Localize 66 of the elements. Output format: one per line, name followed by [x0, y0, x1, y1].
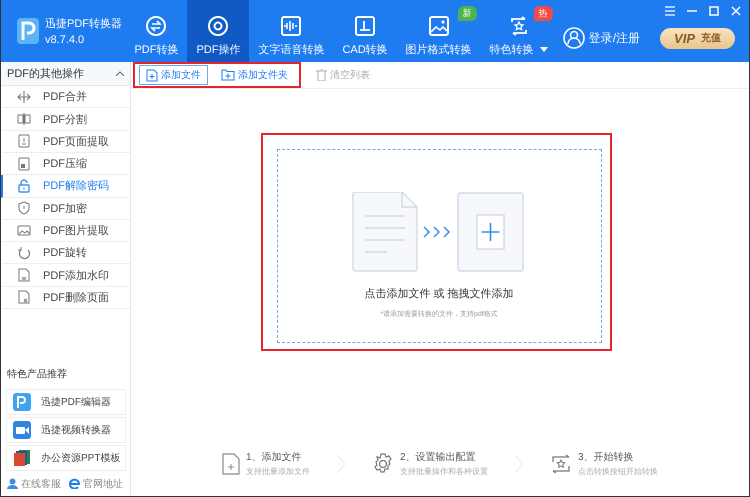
compress-icon: [17, 156, 31, 171]
toolbar-button[interactable]: 添加文件夹: [214, 65, 295, 85]
support-link[interactable]: 在线客服: [7, 476, 61, 491]
product-link[interactable]: 迅捷PDF编辑器: [6, 388, 126, 415]
login-button[interactable]: 登录/注册: [556, 26, 646, 50]
step-description: 支持批量添加文件: [246, 466, 310, 477]
nav-tab[interactable]: CAD转换: [333, 0, 397, 62]
badge: 热: [534, 6, 553, 21]
sidebar-item[interactable]: PDF添加水印: [1, 264, 130, 287]
step-description: 支持批量操作和各种设置: [400, 466, 488, 477]
menu-icon[interactable]: [665, 6, 675, 16]
image-icon: [17, 223, 31, 238]
delete-page-icon: [17, 290, 31, 304]
toolbar-button[interactable]: 添加文件: [139, 65, 208, 85]
folder-add-icon: [221, 69, 235, 81]
step-title: 3、开始转换: [578, 451, 635, 464]
sidebar-item[interactable]: PDF删除页面: [1, 286, 130, 309]
sidebar-item[interactable]: PDF图片提取: [1, 220, 130, 242]
sidebar-item[interactable]: PDF合并: [1, 86, 130, 108]
slides-icon: [13, 448, 31, 467]
website-link[interactable]: 官网地址: [69, 476, 123, 491]
file-add-icon: [222, 452, 240, 474]
section-header[interactable]: PDF的其他操作: [1, 62, 130, 86]
chevron-icon: [336, 454, 346, 474]
collapse-icon: [116, 71, 124, 76]
rotate-icon: [17, 246, 31, 260]
user-icon: [562, 27, 585, 49]
nav-tab[interactable]: PDF转换: [125, 0, 188, 62]
chevron-icon: [514, 454, 524, 474]
sidebar-item[interactable]: PDF分割: [1, 108, 130, 131]
nav-tab[interactable]: 新 图片格式转换: [396, 0, 481, 62]
gear-icon: [372, 452, 394, 474]
browser-icon: [69, 478, 80, 490]
merge-icon: [17, 90, 31, 104]
sidebar-item[interactable]: PDF压缩: [1, 152, 130, 176]
product-link[interactable]: 办公资源PPT模板: [6, 444, 126, 471]
video-camera-icon: [13, 420, 31, 439]
maximize-icon[interactable]: [709, 6, 719, 16]
star-cycle-icon: [550, 452, 572, 474]
step-title: 2、设置输出配置: [400, 450, 477, 464]
nav-tab[interactable]: 文字语音转换: [249, 0, 334, 62]
nav-tab[interactable]: 热 特色转换: [480, 0, 557, 62]
step-description: 点击转换按钮开始转换: [578, 466, 658, 477]
section-title: 特色产品推荐: [7, 368, 68, 381]
app-logo-icon: [17, 18, 39, 44]
sidebar-item[interactable]: PDF解除密码: [1, 175, 130, 198]
file-add-icon: [146, 68, 158, 82]
app-name: 迅捷PDF转换器: [45, 17, 122, 31]
person-icon: [7, 478, 18, 490]
close-icon[interactable]: [731, 6, 741, 16]
shield-icon: [17, 201, 31, 216]
sidebar-item[interactable]: PDF旋转: [1, 242, 130, 264]
split-icon: [17, 112, 31, 126]
product-link[interactable]: 迅捷视频转换器: [6, 416, 126, 443]
sidebar-item[interactable]: PDF加密: [1, 198, 130, 220]
trash-icon: [316, 69, 327, 81]
vip-button[interactable]: VIP 充值: [660, 28, 735, 48]
drop-prompt: 点击添加文件 或 拖拽文件添加: [364, 286, 514, 301]
app-logo-icon: [13, 392, 31, 411]
badge: 新: [458, 6, 477, 21]
version-label: v8.7.4.0: [45, 34, 86, 46]
page-icon: [17, 134, 31, 148]
nav-tab[interactable]: PDF操作: [187, 0, 250, 62]
sidebar-item[interactable]: PDF页面提取: [1, 130, 130, 153]
unlock-icon: [17, 178, 31, 193]
step-title: 1、添加文件: [246, 450, 303, 464]
